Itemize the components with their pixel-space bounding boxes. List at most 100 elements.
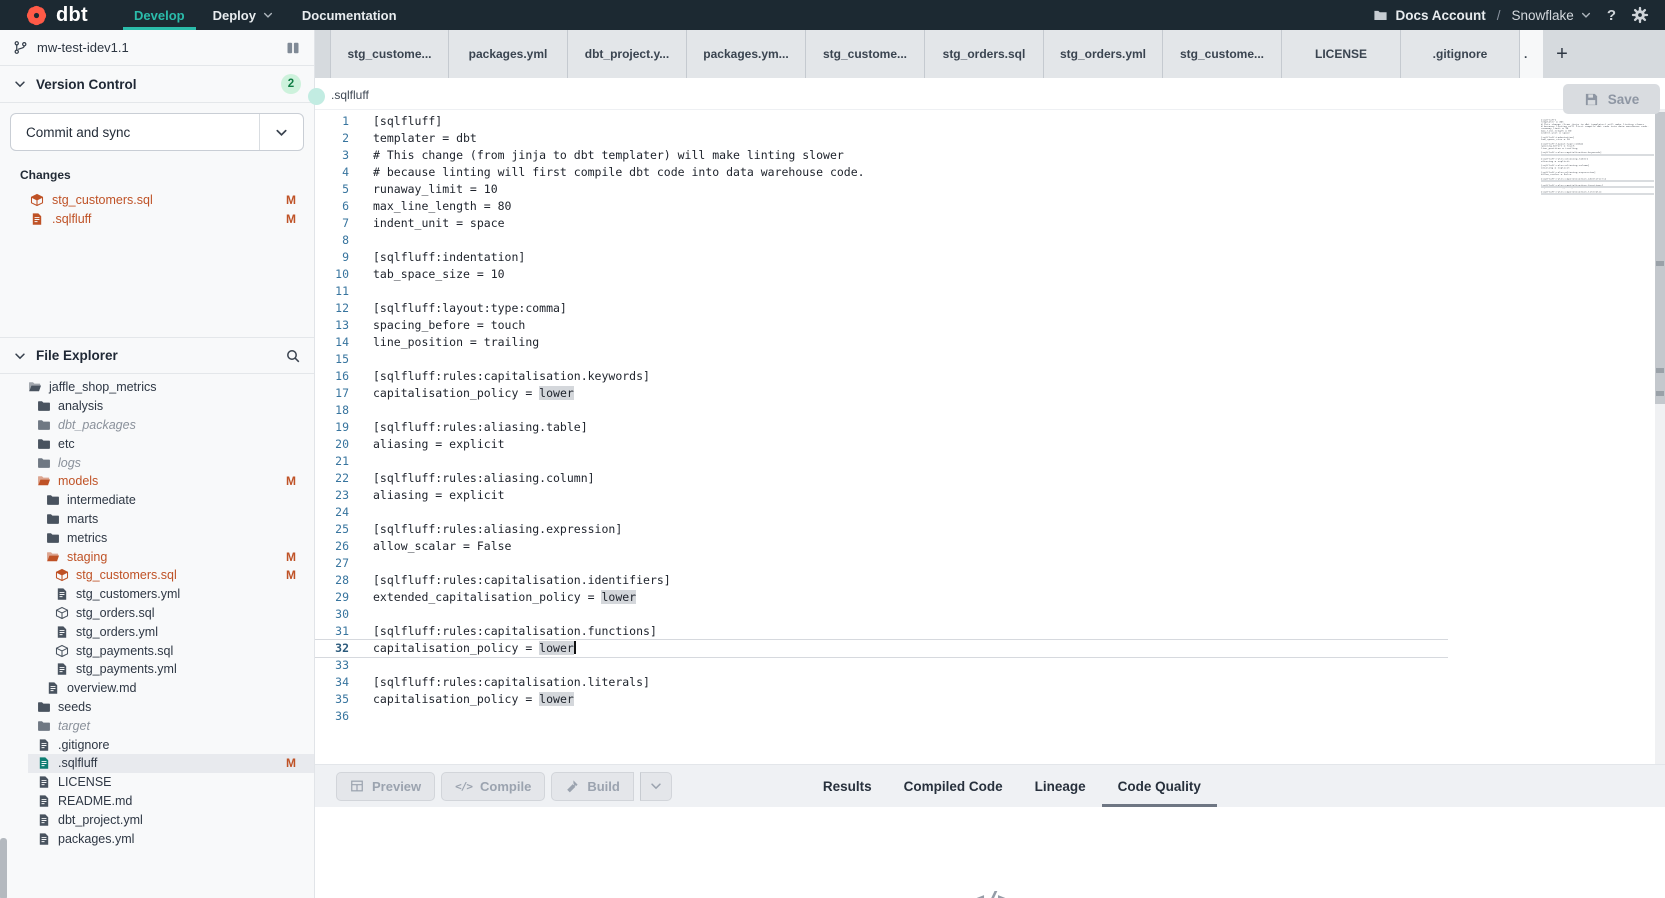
code-line-28[interactable]: 28[sqlfluff:rules:capitalisation.identif… — [315, 572, 1448, 589]
tree-item-etc[interactable]: etc — [0, 434, 314, 453]
panel-tab-compiled-code[interactable]: Compiled Code — [888, 765, 1019, 807]
file-tab-stg_custome...[interactable]: stg_custome... — [806, 30, 925, 78]
file-tab-stg_orders.yml[interactable]: stg_orders.yml — [1044, 30, 1163, 78]
code-line-12[interactable]: 12[sqlfluff:layout:type:comma] — [315, 300, 1448, 317]
code-line-3[interactable]: 3# This change (from jinja to dbt templa… — [315, 147, 1448, 164]
file-tab-stg_orders.sql[interactable]: stg_orders.sql — [925, 30, 1044, 78]
code-line-15[interactable]: 15 — [315, 351, 1448, 368]
changed-file-.sqlfluff[interactable]: .sqlfluffM — [0, 209, 314, 228]
panel-tab-results[interactable]: Results — [807, 765, 888, 807]
tree-item-intermediate[interactable]: intermediate — [0, 491, 314, 510]
tree-item-overview.md[interactable]: overview.md — [0, 679, 314, 698]
code-line-22[interactable]: 22[sqlfluff:rules:aliasing.column] — [315, 470, 1448, 487]
tree-item-stg_customers.sql[interactable]: stg_customers.sqlM — [0, 566, 314, 585]
nav-item-deploy[interactable]: Deploy — [199, 0, 288, 30]
nav-item-develop[interactable]: Develop — [120, 0, 199, 30]
code-line-1[interactable]: 1[sqlfluff] — [315, 113, 1448, 130]
build-button[interactable]: Build — [551, 772, 634, 801]
code-line-35[interactable]: 35capitalisation_policy = lower — [315, 691, 1448, 708]
code-line-6[interactable]: 6max_line_length = 80 — [315, 198, 1448, 215]
save-button[interactable]: Save — [1563, 84, 1660, 114]
tree-item-stg_payments.yml[interactable]: stg_payments.yml — [0, 660, 314, 679]
code-line-17[interactable]: 17capitalisation_policy = lower — [315, 385, 1448, 402]
changed-file-stg_customers.sql[interactable]: stg_customers.sqlM — [0, 190, 314, 209]
code-line-23[interactable]: 23aliasing = explicit — [315, 487, 1448, 504]
code-line-31[interactable]: 31[sqlfluff:rules:capitalisation.functio… — [315, 623, 1448, 640]
tree-item-target[interactable]: target — [0, 716, 314, 735]
file-tab-packages.ym...[interactable]: packages.ym... — [687, 30, 806, 78]
editor-scrollbar[interactable] — [1655, 110, 1665, 764]
tree-item-dbt_packages[interactable]: dbt_packages — [0, 416, 314, 435]
code-line-21[interactable]: 21 — [315, 453, 1448, 470]
code-line-5[interactable]: 5runaway_limit = 10 — [315, 181, 1448, 198]
code-line-24[interactable]: 24 — [315, 504, 1448, 521]
code-line-8[interactable]: 8 — [315, 232, 1448, 249]
panel-tab-lineage[interactable]: Lineage — [1019, 765, 1102, 807]
tree-item-seeds[interactable]: seeds — [0, 698, 314, 717]
code-line-33[interactable]: 33 — [315, 657, 1448, 674]
file-tab-LICENSE[interactable]: LICENSE — [1282, 30, 1401, 78]
code-line-26[interactable]: 26allow_scalar = False — [315, 538, 1448, 555]
tree-item-logs[interactable]: logs — [0, 453, 314, 472]
tree-item-staging[interactable]: stagingM — [0, 547, 314, 566]
tree-item-README.md[interactable]: README.md — [0, 792, 314, 811]
account-selector[interactable]: Docs Account — [1373, 8, 1486, 23]
file-tab-dbt_project.y...[interactable]: dbt_project.y... — [568, 30, 687, 78]
nav-item-documentation[interactable]: Documentation — [288, 0, 411, 30]
version-control-header[interactable]: Version Control 2 — [0, 66, 314, 103]
search-icon[interactable] — [285, 348, 301, 364]
dbt-logo[interactable]: dbt — [24, 3, 88, 28]
code-line-4[interactable]: 4# because linting will first compile db… — [315, 164, 1448, 181]
tree-item-marts[interactable]: marts — [0, 510, 314, 529]
tree-item-packages.yml[interactable]: packages.yml — [0, 829, 314, 848]
code-line-20[interactable]: 20aliasing = explicit — [315, 436, 1448, 453]
commit-and-sync-button[interactable]: Commit and sync — [10, 113, 304, 151]
tree-item-LICENSE[interactable]: LICENSE — [0, 773, 314, 792]
code-line-16[interactable]: 16[sqlfluff:rules:capitalisation.keyword… — [315, 368, 1448, 385]
file-tab-packages.yml[interactable]: packages.yml — [449, 30, 568, 78]
code-line-13[interactable]: 13spacing_before = touch — [315, 317, 1448, 334]
editor-minimap[interactable]: [sqlfluff] templater = dbt # This change… — [1541, 119, 1649, 195]
new-tab-button[interactable]: + — [1543, 30, 1581, 78]
connection-selector[interactable]: Snowflake — [1512, 8, 1592, 23]
code-line-10[interactable]: 10tab_space_size = 10 — [315, 266, 1448, 283]
code-line-11[interactable]: 11 — [315, 283, 1448, 300]
tree-item-.gitignore[interactable]: .gitignore — [0, 735, 314, 754]
code-line-9[interactable]: 9[sqlfluff:indentation] — [315, 249, 1448, 266]
help-icon[interactable]: ? — [1603, 7, 1620, 24]
file-tab-stg_custome...[interactable]: stg_custome... — [1163, 30, 1282, 78]
tree-item-.sqlfluff[interactable]: .sqlfluffM — [0, 754, 314, 773]
code-line-7[interactable]: 7indent_unit = space — [315, 215, 1448, 232]
file-tab-partial[interactable]: . — [1520, 30, 1543, 78]
tree-item-models[interactable]: modelsM — [0, 472, 314, 491]
tree-item-dbt_project.yml[interactable]: dbt_project.yml — [0, 810, 314, 829]
code-line-32[interactable]: 32capitalisation_policy = lower — [315, 640, 1448, 657]
code-line-30[interactable]: 30 — [315, 606, 1448, 623]
editor-scrollbar-thumb[interactable] — [1655, 112, 1665, 404]
file-tab-stg_custome...[interactable]: stg_custome... — [330, 30, 449, 78]
commit-options-toggle[interactable] — [259, 114, 303, 150]
tree-item-stg_orders.yml[interactable]: stg_orders.yml — [0, 622, 314, 641]
build-options-toggle[interactable] — [640, 772, 672, 801]
code-editor[interactable]: 1[sqlfluff]2templater = dbt3# This chang… — [315, 110, 1665, 764]
code-line-27[interactable]: 27 — [315, 555, 1448, 572]
panel-tab-code-quality[interactable]: Code Quality — [1102, 765, 1217, 807]
code-line-18[interactable]: 18 — [315, 402, 1448, 419]
code-line-29[interactable]: 29extended_capitalisation_policy = lower — [315, 589, 1448, 606]
file-tab-.gitignore[interactable]: .gitignore — [1401, 30, 1520, 78]
tree-item-stg_payments.sql[interactable]: stg_payments.sql — [0, 641, 314, 660]
sidebar-scrollbar[interactable] — [0, 838, 7, 898]
git-branch-row[interactable]: mw-test-idev1.1 — [0, 30, 314, 66]
code-line-36[interactable]: 36 — [315, 708, 1448, 725]
code-line-14[interactable]: 14line_position = trailing — [315, 334, 1448, 351]
code-line-34[interactable]: 34[sqlfluff:rules:capitalisation.literal… — [315, 674, 1448, 691]
tree-item-metrics[interactable]: metrics — [0, 528, 314, 547]
file-explorer-header[interactable]: File Explorer — [0, 337, 314, 374]
tree-item-stg_orders.sql[interactable]: stg_orders.sql — [0, 604, 314, 623]
code-line-2[interactable]: 2templater = dbt — [315, 130, 1448, 147]
preview-button[interactable]: Preview — [336, 772, 435, 801]
code-line-19[interactable]: 19[sqlfluff:rules:aliasing.table] — [315, 419, 1448, 436]
settings-gear-icon[interactable] — [1631, 6, 1649, 24]
code-line-25[interactable]: 25[sqlfluff:rules:aliasing.expression] — [315, 521, 1448, 538]
tree-item-stg_customers.yml[interactable]: stg_customers.yml — [0, 585, 314, 604]
